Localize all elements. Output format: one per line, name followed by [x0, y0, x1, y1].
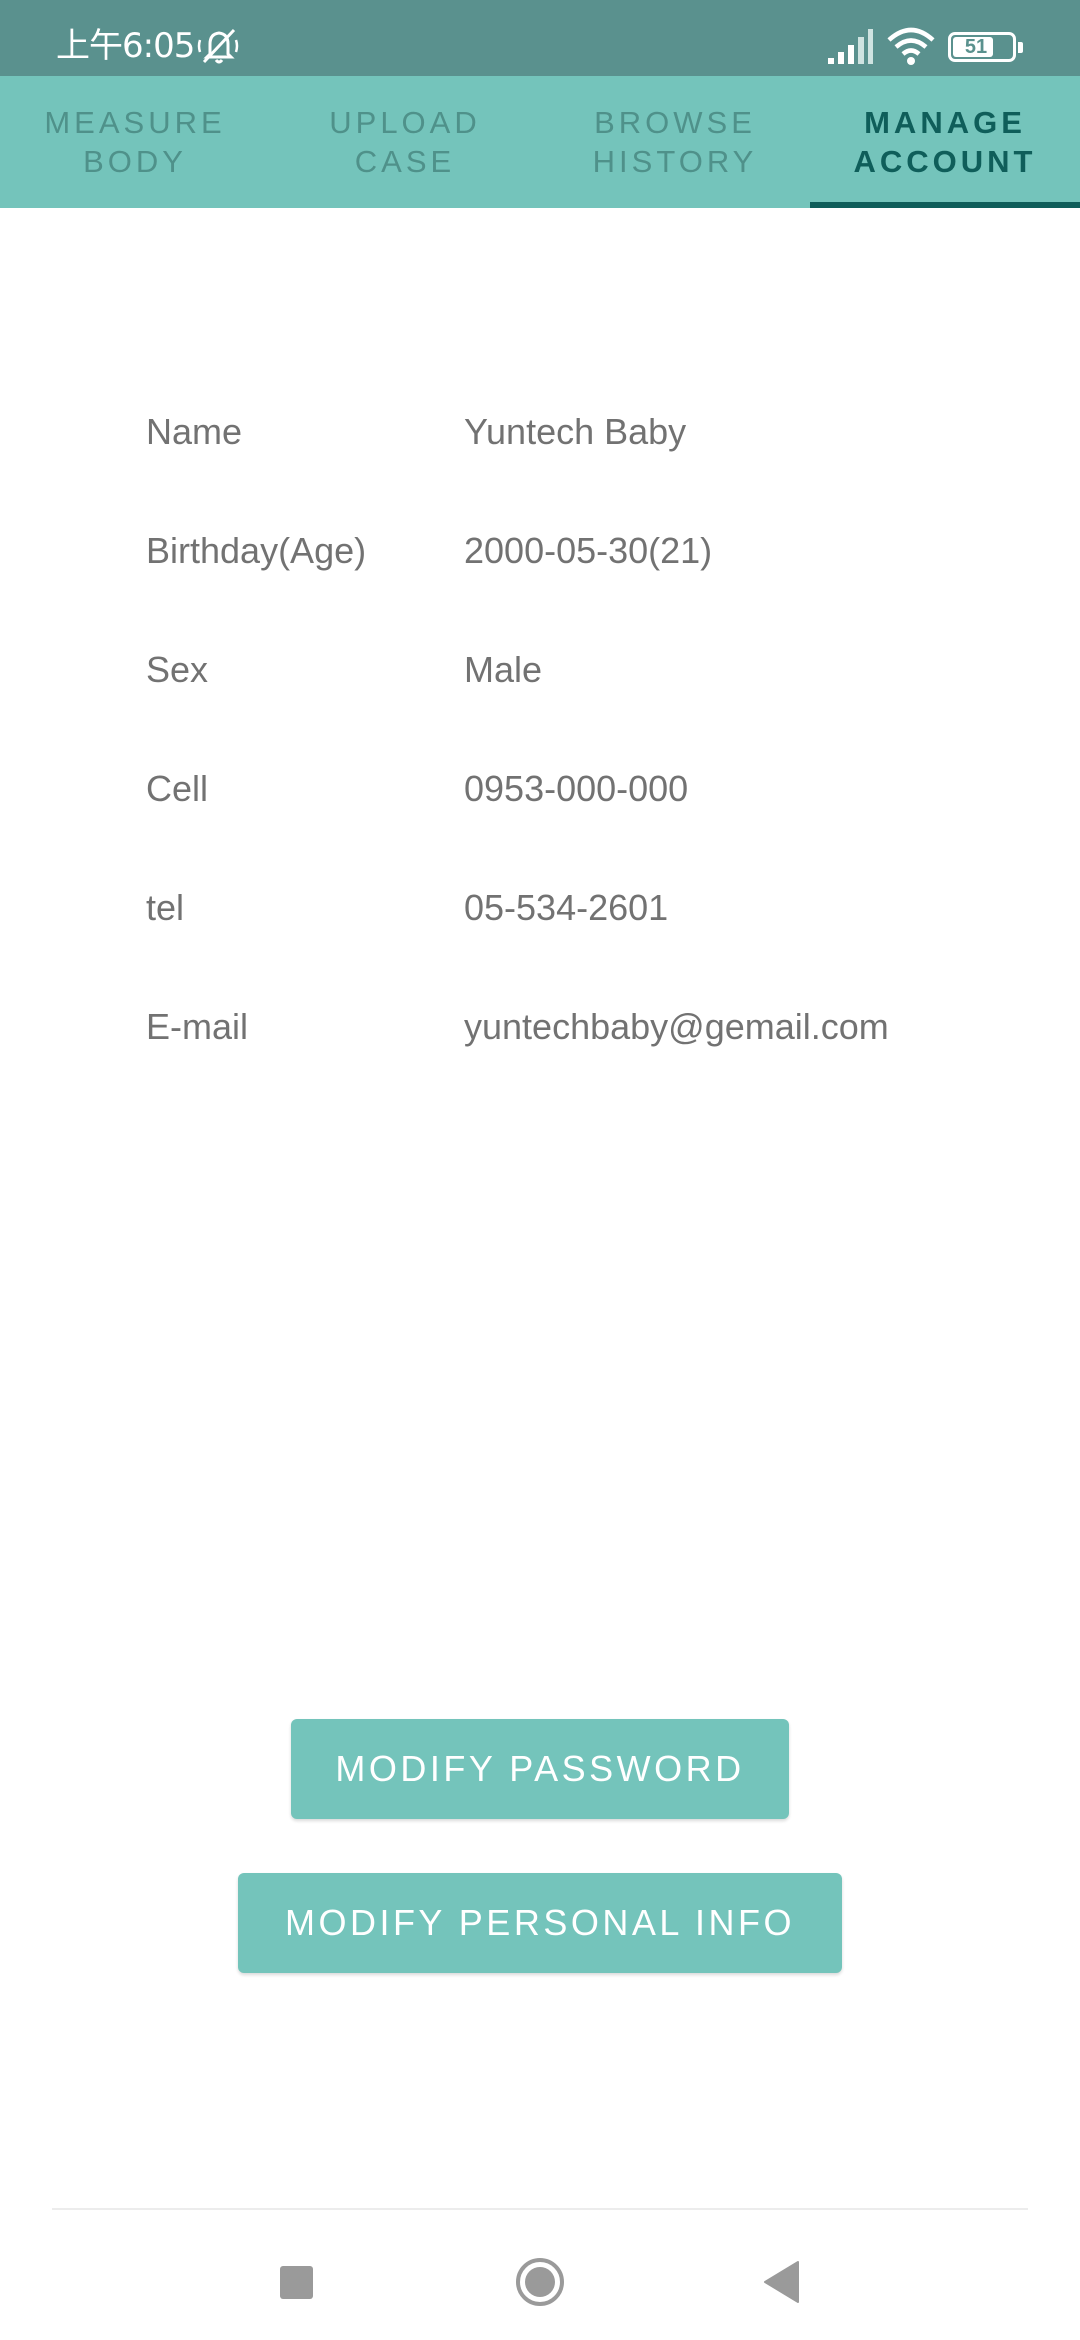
tab-upload-case[interactable]: UPLOAD CASE [270, 76, 540, 208]
tab-label-line1: BROWSE [594, 105, 756, 140]
tab-active-indicator [810, 202, 1080, 208]
tab-label-line1: MANAGE [864, 105, 1026, 140]
battery-icon: 51 [948, 32, 1023, 62]
name-value: Yuntech Baby [464, 411, 687, 452]
tab-label-line1: MEASURE [44, 105, 226, 140]
battery-level: 51 [964, 36, 988, 58]
info-row-birthday: Birthday(Age) 2000-05-30(21) [146, 519, 1006, 638]
info-row-cell: Cell 0953-000-000 [146, 757, 1006, 876]
info-row-email: E-mail yuntechbaby@gemail.com [146, 995, 1006, 1114]
mute-icon [197, 28, 239, 64]
tab-label-line1: UPLOAD [329, 105, 481, 140]
tab-browse-history[interactable]: BROWSE HISTORY [540, 76, 810, 208]
signal-icon [828, 29, 873, 64]
sex-label: Sex [146, 649, 209, 690]
tab-label-line2: BODY [83, 144, 187, 179]
home-icon[interactable] [514, 2256, 566, 2308]
info-row-sex: Sex Male [146, 638, 1006, 757]
tab-label-line2: CASE [354, 144, 456, 179]
tab-label-line2: ACCOUNT [853, 144, 1037, 179]
status-bar: 上午6:05 51 [0, 0, 1080, 76]
birthday-value: 2000-05-30(21) [464, 530, 713, 571]
name-label: Name [146, 411, 243, 452]
back-icon[interactable] [762, 2260, 800, 2304]
info-row-name: Name Yuntech Baby [146, 400, 1006, 519]
info-row-tel: tel 05-534-2601 [146, 876, 1006, 995]
tab-bar: MEASURE BODY UPLOAD CASE BROWSE HISTORY … [0, 76, 1080, 208]
sex-value: Male [464, 649, 543, 690]
status-time: 上午6:05 [56, 26, 195, 66]
tel-label: tel [146, 887, 185, 928]
birthday-label: Birthday(Age) [146, 530, 367, 571]
wifi-icon [887, 27, 935, 65]
email-value: yuntechbaby@gemail.com [464, 1006, 889, 1047]
cell-value: 0953-000-000 [464, 768, 689, 809]
modify-password-button[interactable]: MODIFY PASSWORD [291, 1719, 789, 1819]
tel-value: 05-534-2601 [464, 887, 669, 928]
tab-label-line2: HISTORY [592, 144, 758, 179]
cell-label: Cell [146, 768, 209, 809]
profile-info: Name Yuntech Baby Birthday(Age) 2000-05-… [146, 400, 1006, 1114]
tab-measure-body[interactable]: MEASURE BODY [0, 76, 270, 208]
navigation-bar [0, 2210, 1080, 2340]
email-label: E-mail [146, 1006, 249, 1047]
recent-apps-icon[interactable] [280, 2266, 313, 2299]
tab-manage-account[interactable]: MANAGE ACCOUNT [810, 76, 1080, 208]
modify-personal-info-button[interactable]: MODIFY PERSONAL INFO [238, 1873, 842, 1973]
